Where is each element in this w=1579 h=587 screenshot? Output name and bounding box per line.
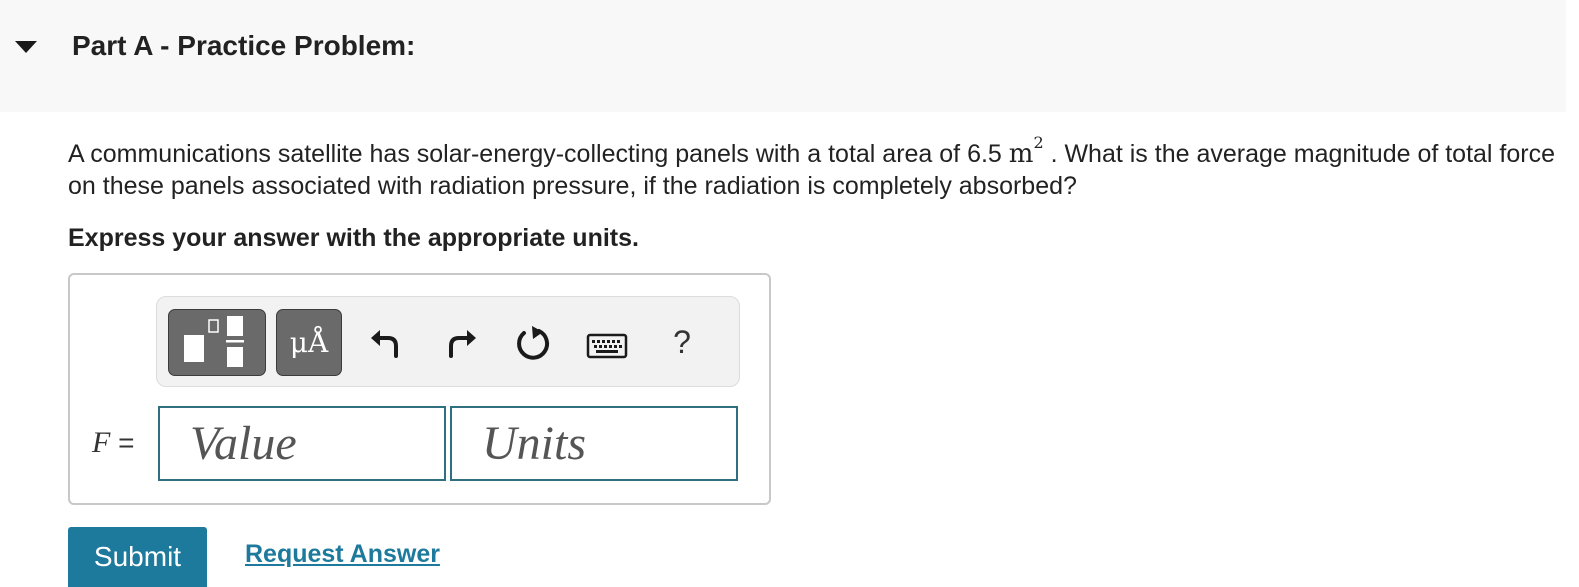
question-text-before: A communications satellite has solar-ene… [68, 140, 1009, 168]
reset-icon [517, 326, 550, 360]
redo-icon [449, 330, 476, 358]
reset-button[interactable] [511, 322, 555, 366]
question-unit-exponent: 2 [1033, 133, 1044, 152]
submit-button[interactable]: Submit [68, 527, 207, 587]
question-unit: m [1008, 139, 1034, 169]
answer-variable: F [92, 426, 111, 459]
units-label: μÅ [289, 326, 329, 359]
keyboard-icon [586, 333, 628, 359]
request-answer-link[interactable]: Request Answer [245, 540, 440, 569]
part-header: Part A - Practice Problem: [0, 0, 1566, 112]
answer-variable-label: F = [92, 426, 134, 460]
help-label: ? [673, 323, 691, 360]
templates-icon [184, 316, 244, 367]
units-input[interactable] [450, 406, 738, 481]
equals-sign: = [118, 427, 135, 458]
help-button[interactable]: ? [660, 320, 704, 364]
keyboard-button[interactable] [585, 324, 629, 368]
part-title: Part A - Practice Problem: [72, 30, 416, 61]
answer-instruction: Express your answer with the appropriate… [68, 224, 639, 252]
question-text: A communications satellite has solar-ene… [68, 135, 1558, 202]
undo-icon [371, 330, 398, 358]
value-input[interactable] [158, 406, 446, 481]
redo-button[interactable] [440, 320, 484, 364]
undo-button[interactable] [363, 320, 407, 364]
units-button[interactable]: μÅ [276, 309, 342, 376]
caret-down-icon[interactable] [15, 41, 37, 53]
templates-button[interactable] [168, 309, 266, 376]
